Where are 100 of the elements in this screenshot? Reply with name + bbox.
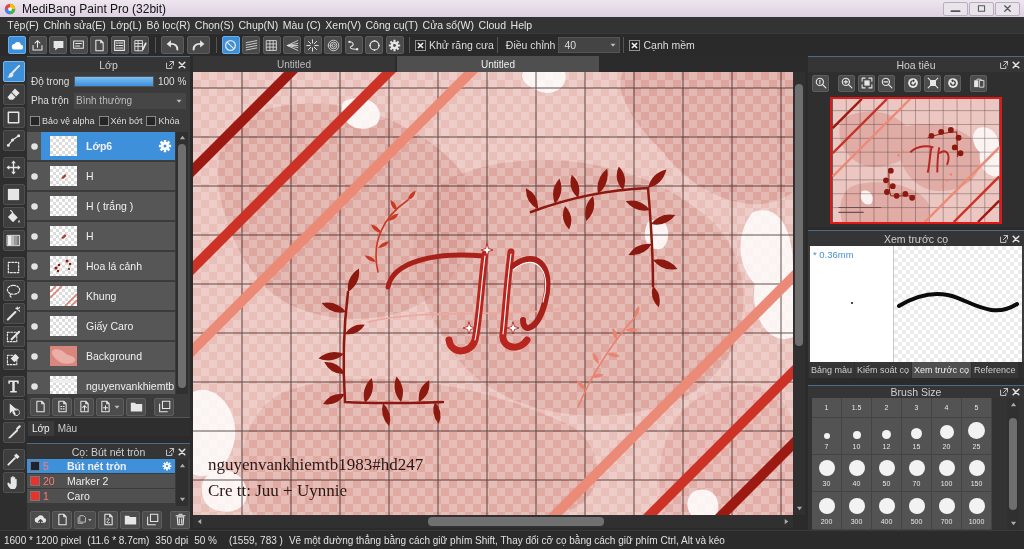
polyline-tool-button[interactable]: [2, 130, 25, 151]
dashed-rectangle-tool-button[interactable]: [2, 257, 25, 278]
folder-button[interactable]: [126, 397, 146, 416]
selection-eraser-tool-button[interactable]: [2, 349, 25, 370]
paint-bucket-tool-button[interactable]: [2, 207, 25, 228]
close-button[interactable]: [177, 446, 187, 457]
grid-snap-button[interactable]: [262, 36, 281, 54]
undo-button[interactable]: [160, 36, 184, 54]
canvas-thumbnail-drawing[interactable]: [830, 97, 1002, 224]
layer-item[interactable]: Giấy Caro: [27, 312, 175, 340]
dotted-circle-snap-button[interactable]: [365, 36, 383, 54]
knife-tool-button[interactable]: [2, 422, 25, 443]
eraser-tool-button[interactable]: [2, 84, 25, 105]
settings-snap-button[interactable]: [385, 36, 404, 54]
popout-button[interactable]: [999, 387, 1009, 397]
scrollbar-thumb[interactable]: [178, 144, 186, 388]
folder-button[interactable]: [120, 510, 140, 529]
popout-button[interactable]: [165, 59, 175, 70]
menu-item[interactable]: Cửa sổ(W): [420, 17, 477, 33]
layer-item[interactable]: H: [27, 222, 175, 250]
redo-button[interactable]: [186, 36, 210, 54]
close-button[interactable]: [177, 59, 187, 70]
document-tab[interactable]: Untitled: [193, 56, 395, 72]
layer-item[interactable]: H: [27, 162, 175, 190]
document-button[interactable]: [90, 36, 108, 54]
text-tool-button[interactable]: [2, 376, 25, 397]
fit-rotation-button[interactable]: [924, 74, 941, 92]
trash-button[interactable]: [170, 510, 190, 529]
popout-button[interactable]: [165, 446, 175, 457]
menu-item[interactable]: Công cụ(T): [363, 17, 421, 33]
scrollbar-thumb[interactable]: [795, 84, 803, 346]
duplicate-button[interactable]: [142, 510, 162, 529]
layer-item[interactable]: Khung: [27, 282, 175, 310]
zoom-in-button[interactable]: [838, 74, 855, 92]
list-button[interactable]: [110, 36, 129, 54]
layer-scrollbar[interactable]: [176, 132, 188, 394]
layer-item[interactable]: Hoa lá cảnh: [27, 252, 175, 280]
maximize-button[interactable]: [969, 1, 994, 16]
canvas-horizontal-scrollbar[interactable]: [193, 515, 793, 528]
menu-item[interactable]: Xem(V): [323, 17, 364, 33]
panel-tab[interactable]: Xem trước cọ: [912, 362, 971, 378]
popout-button[interactable]: [999, 233, 1009, 244]
document-squiggle-button[interactable]: [98, 510, 118, 529]
brush-tool-button[interactable]: [2, 61, 25, 82]
lasso-tool-button[interactable]: [2, 280, 25, 301]
rotate-left-button[interactable]: [904, 74, 921, 92]
scrollbar-thumb[interactable]: [1009, 418, 1017, 510]
close-button[interactable]: [1011, 233, 1021, 244]
radial-lines-snap-button[interactable]: [303, 36, 322, 54]
scrollbar-thumb[interactable]: [428, 517, 604, 526]
checkbox[interactable]: [146, 115, 157, 126]
copy-pages-button[interactable]: [74, 510, 96, 529]
opacity-slider[interactable]: [74, 75, 154, 87]
checkbox[interactable]: [629, 39, 641, 51]
menu-item[interactable]: Tệp(F): [5, 17, 42, 33]
document-dots-button[interactable]: [52, 397, 72, 416]
panel-tab[interactable]: Lớp: [28, 421, 54, 436]
panel-tab[interactable]: Bảng màu: [809, 362, 855, 378]
upload-button[interactable]: [28, 36, 47, 54]
document-plus-button[interactable]: [96, 397, 124, 416]
menu-item[interactable]: Chỉnh sửa(E): [41, 17, 109, 33]
eyedropper-tool-button[interactable]: [2, 449, 25, 470]
layer-item[interactable]: nguyenvankhiemtb: [27, 372, 175, 394]
menu-item[interactable]: Chụp(N): [236, 17, 281, 33]
move-tool-button[interactable]: [2, 157, 25, 178]
cursor-arrow-tool-button[interactable]: [2, 399, 25, 420]
rotate-right-button[interactable]: [944, 74, 961, 92]
magic-wand-tool-button[interactable]: [2, 303, 25, 324]
brush-item[interactable]: 20 Marker 2: [27, 474, 175, 489]
blend-mode-dropdown[interactable]: Bình thường: [74, 92, 186, 109]
checkbox[interactable]: [30, 115, 40, 126]
curve-snap-button[interactable]: [344, 36, 363, 54]
close-button[interactable]: [1011, 59, 1021, 70]
menu-item[interactable]: Help: [508, 17, 535, 33]
document-button[interactable]: [30, 397, 50, 416]
perspective-snap-button[interactable]: [283, 36, 301, 54]
filled-square-tool-button[interactable]: [2, 184, 25, 205]
concentric-circles-snap-button[interactable]: [324, 36, 342, 54]
brush-item[interactable]: 1 Caro: [27, 489, 175, 504]
hand-tool-button[interactable]: [2, 472, 25, 493]
message-button[interactable]: [69, 36, 88, 54]
window-close-button[interactable]: [995, 1, 1020, 16]
correction-dropdown[interactable]: 40: [558, 37, 621, 53]
layer-item[interactable]: H ( trắng ): [27, 192, 175, 220]
close-button[interactable]: [1011, 387, 1021, 397]
checkbox[interactable]: [98, 115, 109, 126]
document-tab[interactable]: Untitled: [397, 56, 599, 72]
canvas-vertical-scrollbar[interactable]: [793, 72, 805, 515]
zoom-actual-button[interactable]: [812, 74, 829, 92]
prohibited-snap-button[interactable]: [221, 36, 240, 54]
menu-item[interactable]: Cloud: [476, 17, 509, 33]
square-tool-button[interactable]: [2, 107, 25, 128]
document-button[interactable]: [52, 510, 72, 529]
brush-scrollbar[interactable]: [176, 459, 188, 506]
flip-button[interactable]: [970, 74, 987, 92]
menu-item[interactable]: Màu (C): [280, 17, 323, 33]
panel-tab[interactable]: Reference: [972, 362, 1018, 378]
duplicate-button[interactable]: [154, 397, 174, 416]
panel-tab[interactable]: Kiểm soát cọ: [855, 362, 912, 378]
checkbox[interactable]: [415, 39, 426, 51]
